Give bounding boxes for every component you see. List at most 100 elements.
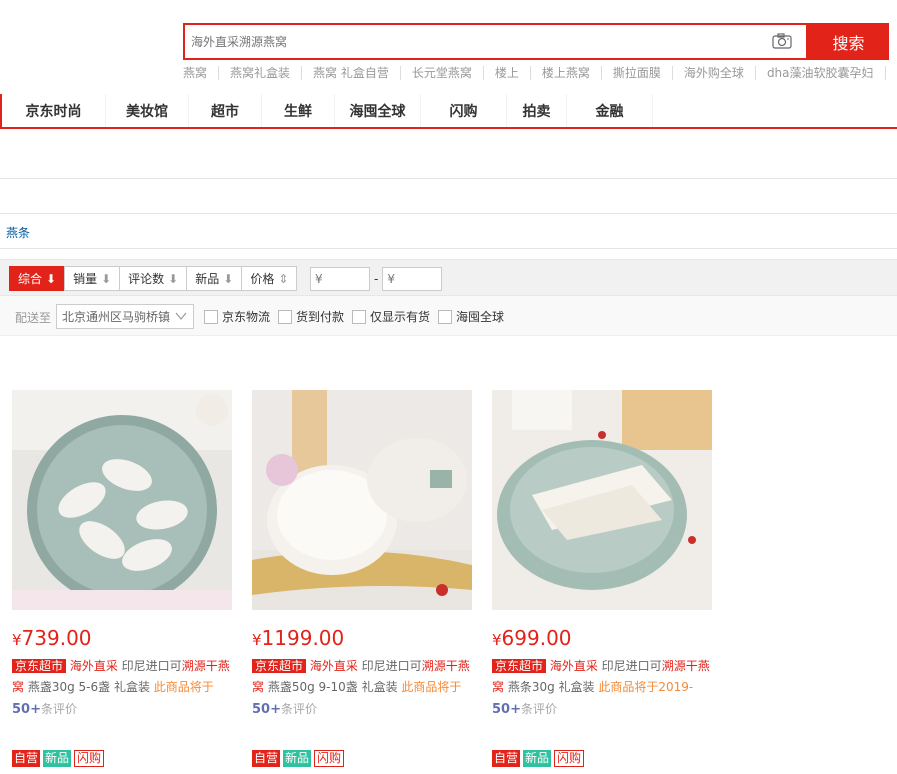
nav-item-supermarket[interactable]: 超市 <box>189 94 262 127</box>
sort-reviews-button[interactable]: 评论数 ⬇ <box>119 266 188 291</box>
hotword-link[interactable]: 长元堂燕窝 <box>401 66 484 80</box>
hotword-link[interactable]: 楼上 <box>484 66 531 80</box>
supermarket-tag: 京东超市 <box>492 659 547 673</box>
divider <box>0 248 897 249</box>
hotword-link[interactable]: 撕拉面膜 <box>602 66 673 80</box>
check-label: 仅显示有货 <box>370 310 431 324</box>
nav-item-finance[interactable]: 金融 <box>567 94 653 127</box>
sort-new-button[interactable]: 新品 ⬇ <box>186 266 243 291</box>
hotword-link[interactable]: 燕窝 礼盒自营 <box>302 66 401 80</box>
sort-price-button[interactable]: 价格 ⇕ <box>241 266 298 291</box>
chevron-down-icon <box>175 312 187 320</box>
hotword-link[interactable]: 燕窝礼盒装 <box>219 66 303 80</box>
nav-item-fashion[interactable]: 京东时尚 <box>2 94 106 127</box>
deliver-location-select[interactable]: 北京通州区马驹桥镇 <box>56 304 194 329</box>
review-label: 条评价 <box>280 702 317 716</box>
new-badge: 新品 <box>43 750 72 767</box>
search-input-wrap <box>183 23 808 60</box>
main-nav: 京东时尚 美妆馆 超市 生鲜 海囤全球 闪购 拍卖 金融 <box>0 94 897 129</box>
price-value: 699.00 <box>501 626 572 650</box>
arrow-down-icon: ⬇ <box>223 271 234 286</box>
product-badges: 自营 新品 闪购 <box>492 750 712 767</box>
title-text: 印尼进口可 <box>357 659 422 673</box>
promo-note: 此商品将于 <box>401 680 462 694</box>
sort-default-button[interactable]: 综合 ⬇ <box>9 266 66 291</box>
product-image[interactable] <box>12 390 232 610</box>
filter-cod[interactable]: 货到付款 <box>278 308 344 325</box>
supermarket-tag: 京东超市 <box>252 659 307 673</box>
checkbox[interactable] <box>278 309 293 324</box>
product-price: ¥739.00 <box>12 626 232 650</box>
filter-in-stock[interactable]: 仅显示有货 <box>352 308 430 325</box>
sort-bar: 综合 ⬇ 销量 ⬇ 评论数 ⬇ 新品 ⬇ 价格 ⇕ - <box>0 259 897 296</box>
sort-sales-button[interactable]: 销量 ⬇ <box>64 266 121 291</box>
price-value: 739.00 <box>21 626 92 650</box>
nav-item-beauty[interactable]: 美妆馆 <box>106 94 189 127</box>
product-card[interactable]: ¥739.00 京东超市 海外直采 印尼进口可溯源干燕窝 燕盏30g 5-6盏 … <box>12 390 232 767</box>
hotword-link[interactable]: 楼上燕窝 <box>531 66 602 80</box>
product-title[interactable]: 京东超市 海外直采 印尼进口可溯源干燕窝 燕条30g 礼盒装 此商品将于2019… <box>492 656 712 698</box>
title-text: 燕条30g 礼盒装 <box>504 680 599 694</box>
title-text: 燕盏50g 9-10盏 礼盒装 <box>264 680 402 694</box>
review-count[interactable]: 50+条评价 <box>492 700 712 717</box>
review-number: 50+ <box>492 702 521 717</box>
checkbox[interactable] <box>352 309 367 324</box>
title-text: 印尼进口可 <box>117 659 182 673</box>
title-highlight: 海外直采 <box>549 659 598 673</box>
product-card[interactable]: ¥699.00 京东超市 海外直采 印尼进口可溯源干燕窝 燕条30g 礼盒装 此… <box>492 390 712 767</box>
product-badges: 自营 新品 闪购 <box>12 750 232 767</box>
product-badges: 自营 新品 闪购 <box>252 750 472 767</box>
review-count[interactable]: 50+条评价 <box>12 700 232 717</box>
review-number: 50+ <box>252 702 281 717</box>
deliver-label: 配送至 <box>15 311 52 325</box>
checkbox[interactable] <box>204 309 218 324</box>
product-title[interactable]: 京东超市 海外直采 印尼进口可溯源干燕窝 燕盏30g 5-6盏 礼盒装 此商品将… <box>12 656 232 698</box>
title-text: 燕盏30g 5-6盏 礼盒装 <box>24 680 154 694</box>
new-badge: 新品 <box>283 750 312 767</box>
product-title[interactable]: 京东超市 海外直采 印尼进口可溯源干燕窝 燕盏50g 9-10盏 礼盒装 此商品… <box>252 656 472 698</box>
search-bar: 搜索 <box>183 23 889 60</box>
checkbox[interactable] <box>438 309 453 324</box>
price-max-input[interactable] <box>382 267 443 291</box>
flash-sale-badge: 闪购 <box>314 750 345 767</box>
nav-item-auction[interactable]: 拍卖 <box>507 94 567 127</box>
product-image[interactable] <box>252 390 472 610</box>
title-highlight: 海外直采 <box>309 659 358 673</box>
sort-label: 评论数 <box>128 272 165 286</box>
hotword-link[interactable]: 海外购全球 <box>673 66 756 80</box>
breadcrumb[interactable]: 燕条 <box>6 224 30 241</box>
filter-global[interactable]: 海囤全球 <box>438 308 504 325</box>
nav-item-global[interactable]: 海囤全球 <box>335 94 421 127</box>
flash-sale-badge: 闪购 <box>74 750 105 767</box>
hotword-link[interactable]: 燕窝 <box>183 66 220 80</box>
title-text: 印尼进口可 <box>597 659 662 673</box>
search-button[interactable]: 搜索 <box>808 23 889 60</box>
flash-sale-badge: 闪购 <box>554 750 585 767</box>
hotword-link[interactable]: dha藻油软胶囊孕妇 <box>756 66 886 80</box>
search-input[interactable] <box>185 25 806 58</box>
product-image[interactable] <box>492 390 712 610</box>
promo-note: 此商品将于 <box>153 680 214 694</box>
review-count[interactable]: 50+条评价 <box>252 700 472 717</box>
filter-jd-logistics[interactable]: 京东物流 <box>204 308 270 325</box>
arrow-down-icon: ⬇ <box>101 271 112 286</box>
sort-label: 价格 <box>250 272 275 286</box>
check-label: 货到付款 <box>296 310 345 324</box>
currency-symbol: ¥ <box>12 631 22 649</box>
filter-row: 配送至 北京通州区马驹桥镇 京东物流 货到付款 仅显示有货 海囤全球 <box>0 296 897 336</box>
nav-item-flash[interactable]: 闪购 <box>421 94 507 127</box>
product-card[interactable]: ¥1199.00 京东超市 海外直采 印尼进口可溯源干燕窝 燕盏50g 9-10… <box>252 390 472 767</box>
arrow-down-icon: ⬇ <box>46 271 57 286</box>
currency-symbol: ¥ <box>492 631 502 649</box>
price-range: - <box>310 267 443 291</box>
sort-label: 新品 <box>195 272 220 286</box>
nav-item-fresh[interactable]: 生鲜 <box>262 94 335 127</box>
currency-symbol: ¥ <box>252 631 262 649</box>
product-price: ¥699.00 <box>492 626 712 650</box>
camera-icon[interactable] <box>772 33 792 49</box>
filter-checks: 京东物流 货到付款 仅显示有货 海囤全球 <box>204 308 506 325</box>
self-operated-badge: 自营 <box>252 750 281 767</box>
price-min-input[interactable] <box>310 267 370 291</box>
price-dash: - <box>374 272 379 286</box>
review-number: 50+ <box>12 702 41 717</box>
